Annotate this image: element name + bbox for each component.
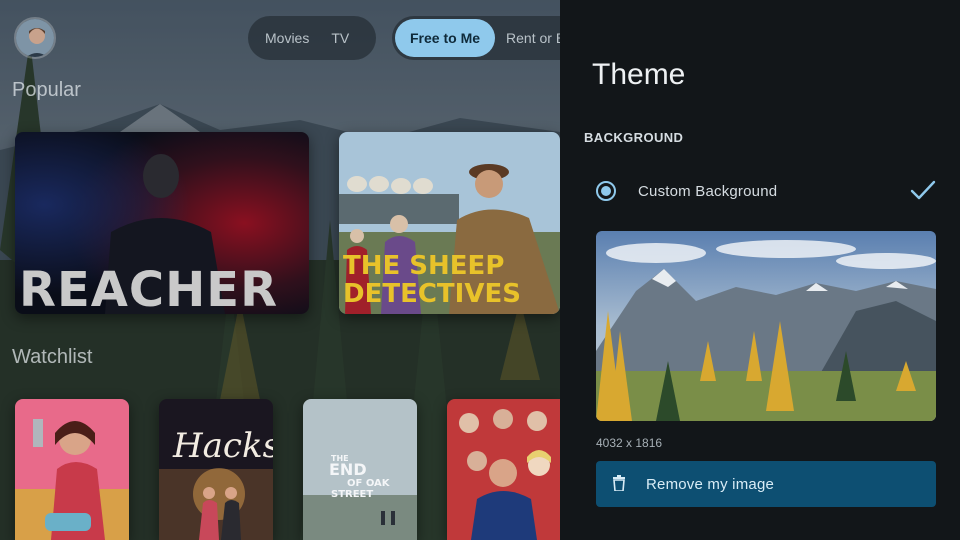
poster-hacks[interactable]: Hacks — [159, 399, 273, 540]
poster-watchlist-4[interactable] — [447, 399, 560, 540]
custom-background-option[interactable]: Custom Background — [596, 170, 936, 212]
custom-background-label: Custom Background — [638, 182, 778, 200]
reacher-title: REACHER — [19, 262, 278, 314]
tab-tv[interactable]: TV — [320, 19, 360, 57]
section-title-watchlist: Watchlist — [12, 346, 93, 368]
poster-watchlist-1[interactable] — [15, 399, 129, 540]
avatar[interactable] — [14, 17, 56, 59]
image-dimensions: 4032 x 1816 — [596, 436, 663, 450]
sheep-title-line1: THE SHEEP — [343, 251, 504, 281]
oak-title-line3: OF OAK — [347, 478, 391, 489]
poster-sheep-detectives[interactable]: THE SHEEP DETECTIVES — [339, 132, 560, 314]
tab-movies[interactable]: Movies — [254, 19, 320, 57]
tab-free-to-me[interactable]: Free to Me — [395, 19, 496, 57]
remove-image-button[interactable]: Remove my image — [596, 461, 936, 507]
oak-title-line2: END — [329, 460, 367, 479]
panel-title: Theme — [592, 58, 686, 91]
background-section-label: BACKGROUND — [584, 130, 684, 145]
remove-image-label: Remove my image — [646, 475, 775, 493]
trash-icon — [612, 474, 626, 494]
theme-panel: Theme BACKGROUND Custom Background 4032 … — [560, 0, 960, 540]
poster-end-of-oak-street[interactable]: THE END OF OAK STREET — [303, 399, 417, 540]
poster-reacher[interactable]: REACHER — [15, 132, 309, 314]
checkmark-icon — [910, 179, 936, 206]
content-type-tabs: Movies TV — [248, 16, 376, 60]
section-title-popular: Popular — [12, 79, 81, 101]
sheep-title-line2: DETECTIVES — [343, 279, 521, 309]
background-image-preview — [596, 231, 936, 421]
hacks-title: Hacks — [172, 426, 273, 466]
oak-title-line4: STREET — [331, 489, 373, 500]
radio-selected-icon[interactable] — [596, 181, 616, 201]
